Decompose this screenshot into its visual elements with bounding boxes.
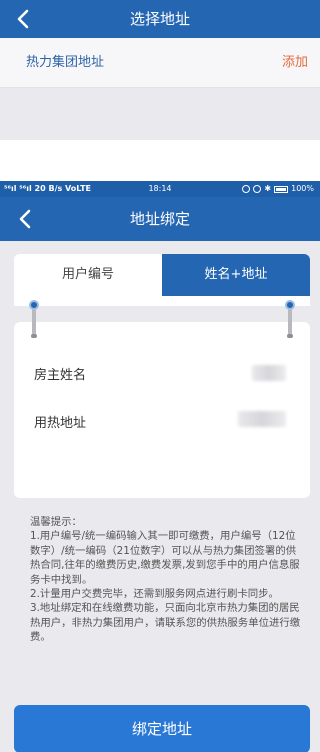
bind-nav-bar: 地址绑定 xyxy=(0,197,320,241)
tab-user-number[interactable]: 用户编号 xyxy=(14,254,162,296)
status-bar: ⁵⁶ıl ⁵⁶ıl 20 B/s VoLTE 18:14 ✱ 100% xyxy=(0,181,320,197)
battery-percent: 100% xyxy=(291,184,314,193)
tab-name-address[interactable]: 姓名+地址 xyxy=(162,254,310,296)
tip-item: 1.用户编号/统一编码输入其一即可缴费，用户编号（12位数字）/统一编码（21位… xyxy=(30,530,300,586)
top-nav-bar: 选择地址 xyxy=(0,0,320,38)
owner-name-field[interactable] xyxy=(252,365,286,381)
empty-list-area xyxy=(0,88,320,140)
tips-heading: 温馨提示： xyxy=(30,516,82,528)
bind-address-button[interactable]: 绑定地址 xyxy=(14,705,310,752)
binder-clip-icon xyxy=(29,300,39,340)
battery-icon xyxy=(274,185,289,193)
page-title: 选择地址 xyxy=(129,10,190,28)
add-address-button[interactable]: 添加 xyxy=(282,38,308,88)
bluetooth-icon: ✱ xyxy=(264,184,272,193)
heating-address-field[interactable] xyxy=(238,411,286,427)
address-list-item[interactable]: 热力集团地址 添加 xyxy=(0,38,320,88)
tip-item: 3.地址绑定和在线缴费功能，只面向北京市热力集团的居民热用户，非热力集团用户，请… xyxy=(30,602,301,644)
owner-name-label: 房主姓名 xyxy=(34,368,87,383)
tips-section: 温馨提示： 1.用户编号/统一编码输入其一即可缴费，用户编号（12位数字）/统一… xyxy=(30,515,304,645)
bind-form-card: 房主姓名 用热地址 xyxy=(14,322,310,498)
binder-clip-icon xyxy=(285,300,295,340)
separator-gap xyxy=(0,140,320,181)
heating-address-label: 用热地址 xyxy=(34,416,87,431)
page-title: 地址绑定 xyxy=(129,210,190,228)
location-icon xyxy=(242,185,251,193)
alarm-icon xyxy=(253,185,262,193)
tip-item: 2.计量用户交费完毕，还需到服务网点进行刷卡同步。 xyxy=(30,588,279,601)
bind-method-tabs: 用户编号 姓名+地址 xyxy=(14,254,310,296)
address-item-label: 热力集团地址 xyxy=(26,55,105,70)
tab-underline-rail xyxy=(14,296,310,306)
